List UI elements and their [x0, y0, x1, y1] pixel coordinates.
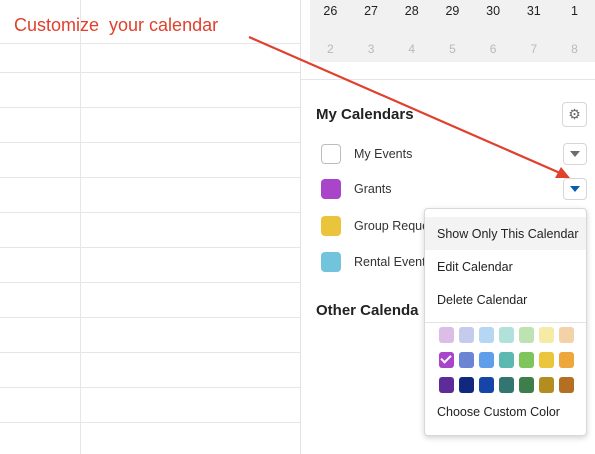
- color-swatch[interactable]: [439, 327, 454, 343]
- color-swatch[interactable]: [479, 352, 494, 368]
- color-swatch[interactable]: [439, 352, 454, 368]
- mini-calendar-day[interactable]: 26: [310, 4, 351, 18]
- mini-calendar: 26 27 28 29 30 31 1 2 3 4 5 6 7 8: [310, 0, 595, 62]
- calendar-grid: [0, 0, 300, 454]
- checkmark-icon: [440, 352, 452, 364]
- color-swatch[interactable]: [439, 377, 454, 393]
- grid-row-line: [0, 72, 300, 73]
- grid-row-line: [0, 212, 300, 213]
- grid-row-line: [0, 43, 300, 44]
- calendar-item-rental-events[interactable]: Rental Event: [321, 251, 424, 273]
- mini-calendar-week: 26 27 28 29 30 31 1: [310, 4, 595, 18]
- grid-row-line: [0, 247, 300, 248]
- menu-divider: [425, 322, 586, 323]
- mini-calendar-day[interactable]: 2: [310, 42, 351, 56]
- grid-row-line: [0, 177, 300, 178]
- panel-divider: [300, 0, 301, 454]
- calendar-item-label: Group Reque: [354, 219, 424, 233]
- menu-item-custom-color[interactable]: Choose Custom Color: [425, 395, 586, 428]
- grid-row-line: [0, 107, 300, 108]
- calendar-options-menu: Show Only This Calendar Edit Calendar De…: [424, 208, 587, 436]
- calendar-settings-button[interactable]: ⚙: [562, 102, 587, 127]
- grid-row-line: [0, 387, 300, 388]
- calendar-item-group-requests[interactable]: Group Reque: [321, 215, 424, 237]
- color-swatch[interactable]: [459, 377, 474, 393]
- color-swatch[interactable]: [519, 352, 534, 368]
- mini-calendar-day[interactable]: 30: [473, 4, 514, 18]
- calendar-color-swatch[interactable]: [321, 216, 341, 236]
- color-swatch[interactable]: [519, 377, 534, 393]
- menu-item-delete-calendar[interactable]: Delete Calendar: [425, 283, 586, 316]
- mini-calendar-day[interactable]: 28: [391, 4, 432, 18]
- grid-row-line: [0, 422, 300, 423]
- color-swatch[interactable]: [479, 327, 494, 343]
- color-swatch[interactable]: [539, 377, 554, 393]
- calendar-item-my-events[interactable]: My Events: [321, 143, 412, 165]
- mini-calendar-day[interactable]: 31: [513, 4, 554, 18]
- annotation-text: Customize your calendar: [14, 15, 219, 35]
- calendar-options-button[interactable]: [563, 143, 587, 165]
- calendar-item-label: Grants: [354, 182, 392, 196]
- mini-calendar-day[interactable]: 6: [473, 42, 514, 56]
- color-swatch[interactable]: [539, 327, 554, 343]
- calendar-item-label: My Events: [354, 147, 413, 161]
- grid-row-line: [0, 282, 300, 283]
- mini-calendar-week: 2 3 4 5 6 7 8: [310, 42, 595, 56]
- color-swatch[interactable]: [559, 377, 574, 393]
- grid-column-line: [80, 0, 81, 454]
- color-swatch[interactable]: [459, 352, 474, 368]
- color-swatch[interactable]: [499, 327, 514, 343]
- mini-calendar-day[interactable]: 5: [432, 42, 473, 56]
- color-swatch[interactable]: [559, 327, 574, 343]
- my-calendars-title: My Calendars: [316, 106, 414, 123]
- calendar-options-button[interactable]: [563, 178, 587, 200]
- mini-calendar-day[interactable]: 3: [351, 42, 392, 56]
- section-divider: [300, 79, 595, 80]
- mini-calendar-day[interactable]: 27: [351, 4, 392, 18]
- mini-calendar-day[interactable]: 29: [432, 4, 473, 18]
- color-palette: [439, 327, 579, 402]
- calendar-color-swatch[interactable]: [321, 252, 341, 272]
- menu-item-show-only[interactable]: Show Only This Calendar: [425, 217, 586, 250]
- color-palette-row: [439, 377, 579, 394]
- color-swatch[interactable]: [499, 377, 514, 393]
- mini-calendar-day[interactable]: 1: [554, 4, 595, 18]
- color-swatch[interactable]: [539, 352, 554, 368]
- gear-icon: ⚙: [568, 106, 581, 122]
- grid-row-line: [0, 142, 300, 143]
- color-palette-row: [439, 327, 579, 344]
- other-calendars-title: Other Calenda: [316, 302, 419, 319]
- color-palette-row: [439, 352, 579, 369]
- chevron-down-icon: [570, 186, 580, 192]
- calendar-item-label: Rental Event: [354, 255, 424, 269]
- arrow-head-icon: [555, 167, 570, 178]
- calendar-item-grants[interactable]: Grants: [321, 178, 392, 200]
- menu-item-edit-calendar[interactable]: Edit Calendar: [425, 250, 586, 283]
- mini-calendar-day[interactable]: 8: [554, 42, 595, 56]
- chevron-down-icon: [570, 151, 580, 157]
- color-swatch[interactable]: [559, 352, 574, 368]
- mini-calendar-day[interactable]: 4: [391, 42, 432, 56]
- color-swatch[interactable]: [499, 352, 514, 368]
- mini-calendar-day[interactable]: 7: [513, 42, 554, 56]
- color-swatch[interactable]: [479, 377, 494, 393]
- color-swatch[interactable]: [459, 327, 474, 343]
- grid-row-line: [0, 352, 300, 353]
- calendar-color-swatch[interactable]: [321, 179, 341, 199]
- grid-row-line: [0, 317, 300, 318]
- color-swatch[interactable]: [519, 327, 534, 343]
- calendar-color-swatch[interactable]: [321, 144, 341, 164]
